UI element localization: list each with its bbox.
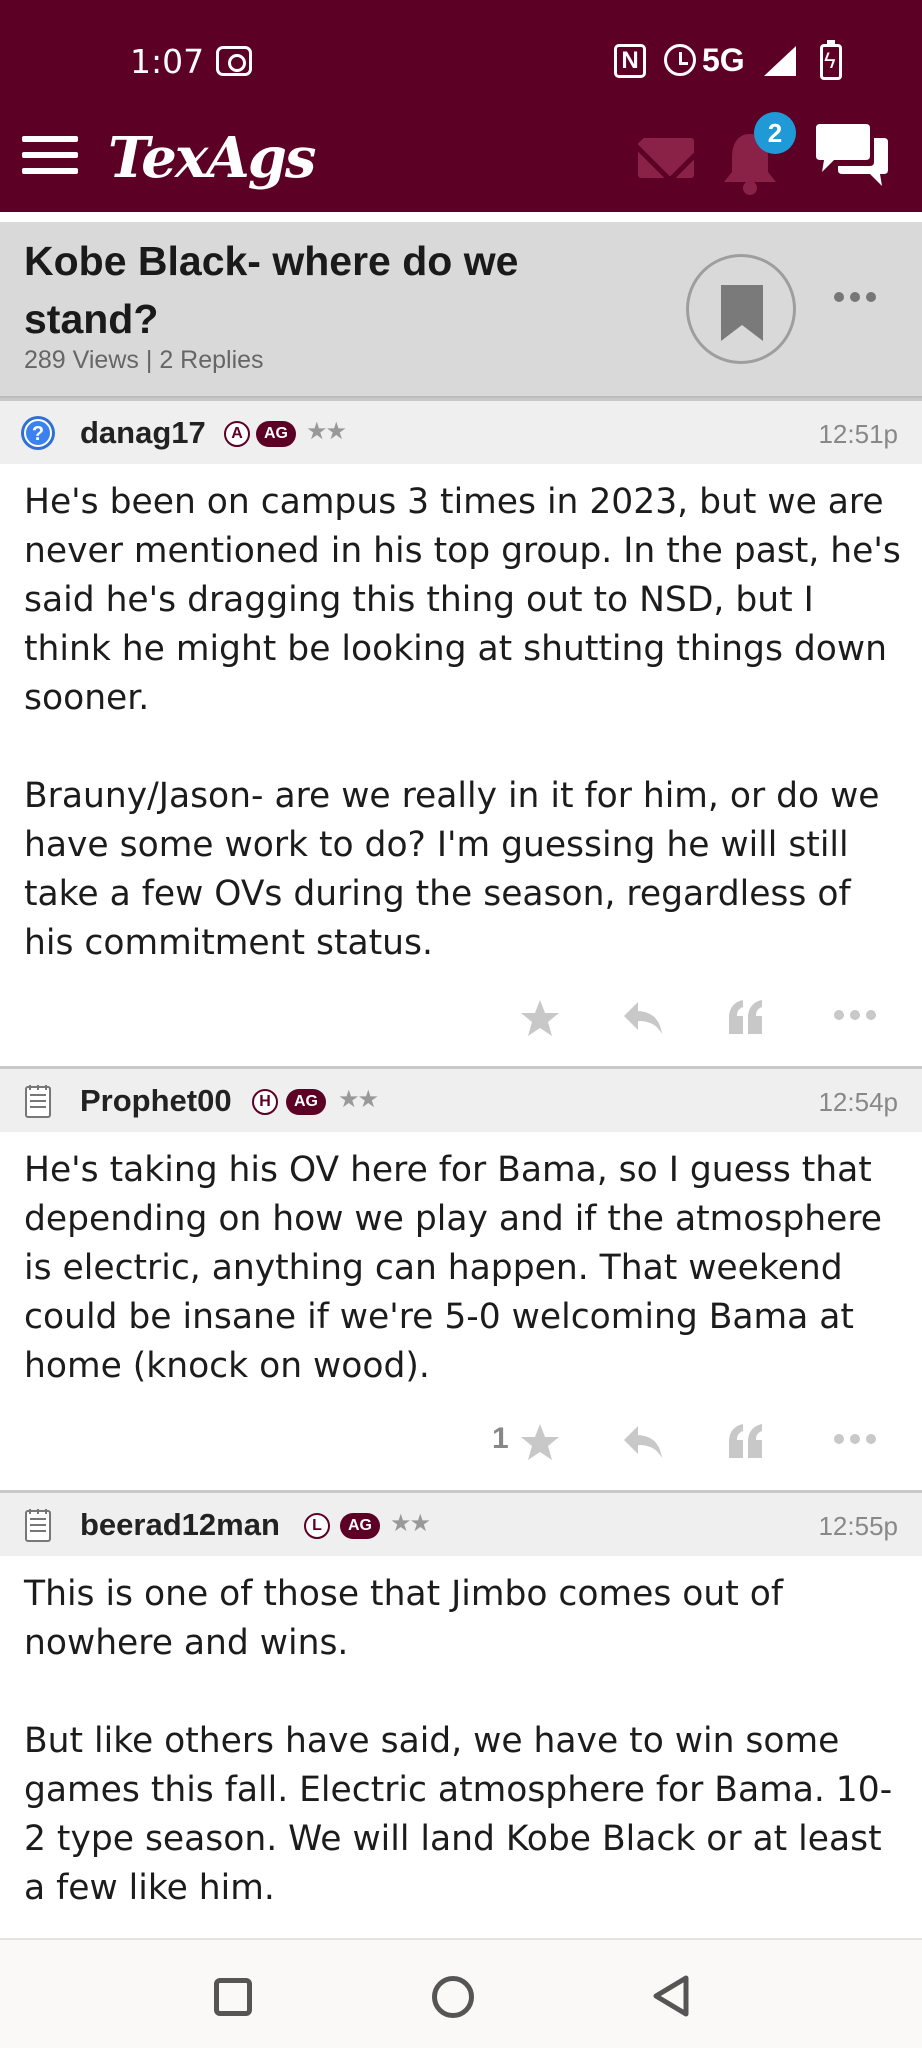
ag-badge: AG [256, 421, 296, 447]
more-icon [834, 1010, 876, 1020]
more-icon [834, 292, 882, 302]
star-icon[interactable] [520, 998, 560, 1038]
status-bar: 1:07 N 5G [0, 0, 922, 120]
post-header: beerad12man L AG ★★ 12:55p [0, 1490, 922, 1556]
bookmark-icon [721, 285, 763, 341]
username[interactable]: Prophet00 [80, 1083, 232, 1119]
recents-button[interactable] [214, 1978, 252, 2016]
quote-icon[interactable] [726, 1422, 766, 1462]
reply-count: 2 Replies [159, 346, 264, 374]
screen-record-icon [216, 46, 252, 76]
user-stars: ★★ [338, 1086, 379, 1113]
post-more-button[interactable] [834, 1010, 876, 1020]
notepad-icon [25, 1085, 51, 1118]
mail-icon[interactable] [638, 138, 694, 178]
post-time: 12:55p [818, 1511, 898, 1541]
menu-icon[interactable] [22, 132, 80, 178]
reply-icon[interactable] [622, 1422, 664, 1462]
more-icon [834, 1434, 876, 1444]
notification-badge: 2 [754, 112, 796, 154]
battery-icon [820, 40, 842, 80]
thread-header: Kobe Black- where do we stand? 289 Views… [0, 222, 922, 398]
user-badge: L [304, 1513, 330, 1539]
back-button[interactable] [652, 1974, 692, 2018]
notepad-icon [25, 1509, 51, 1542]
post-body: He's been on campus 3 times in 2023, but… [24, 482, 901, 963]
post-time: 12:51p [818, 419, 898, 449]
ag-badge: AG [340, 1513, 380, 1539]
username[interactable]: danag17 [80, 415, 206, 451]
user-stars: ★★ [390, 1510, 431, 1537]
network-type: 5G [702, 42, 745, 78]
question-icon: ? [21, 416, 55, 450]
thread-title: Kobe Black- where do we stand? [24, 238, 519, 342]
texags-logo[interactable]: TexAgs [108, 122, 316, 194]
star-count: 1 [492, 1422, 509, 1455]
nfc-icon: N [614, 44, 646, 78]
thread-meta: 289 Views | 2 Replies [24, 346, 264, 375]
chat-icon[interactable] [812, 122, 892, 192]
post: Prophet00 H AG ★★ 12:54p He's taking his… [0, 1066, 922, 1492]
post-more-button[interactable] [834, 1434, 876, 1444]
post-body: He's taking his OV here for Bama, so I g… [24, 1150, 883, 1386]
app-header: 1:07 N 5G TexAgs [0, 0, 922, 212]
user-stars: ★★ [306, 418, 347, 445]
bookmark-button[interactable] [686, 254, 796, 364]
system-nav-bar [0, 1938, 922, 2048]
signal-icon [764, 46, 796, 76]
post: ? danag17 A AG ★★ 12:51p He's been on ca… [0, 398, 922, 1068]
user-badge: H [252, 1089, 278, 1115]
quote-icon[interactable] [726, 998, 766, 1038]
username[interactable]: beerad12man [80, 1507, 280, 1543]
user-badge: A [224, 421, 250, 447]
home-button[interactable] [432, 1976, 474, 2018]
view-count: 289 Views [24, 346, 139, 374]
post-time: 12:54p [818, 1087, 898, 1117]
alarm-icon [664, 44, 696, 76]
post-header: Prophet00 H AG ★★ 12:54p [0, 1066, 922, 1132]
reply-icon[interactable] [622, 998, 664, 1038]
post-body: This is one of those that Jimbo comes ou… [24, 1574, 893, 1908]
post-actions [0, 990, 922, 1050]
post-actions: 1 [0, 1414, 922, 1474]
post: beerad12man L AG ★★ 12:55p This is one o… [0, 1490, 922, 1938]
svg-text:?: ? [32, 423, 44, 445]
post-header: ? danag17 A AG ★★ 12:51p [0, 398, 922, 464]
meta-separator: | [145, 346, 153, 374]
status-time: 1:07 [130, 42, 205, 81]
thread-more-button[interactable] [834, 292, 882, 312]
ag-badge: AG [286, 1089, 326, 1115]
star-icon[interactable] [520, 1422, 560, 1462]
